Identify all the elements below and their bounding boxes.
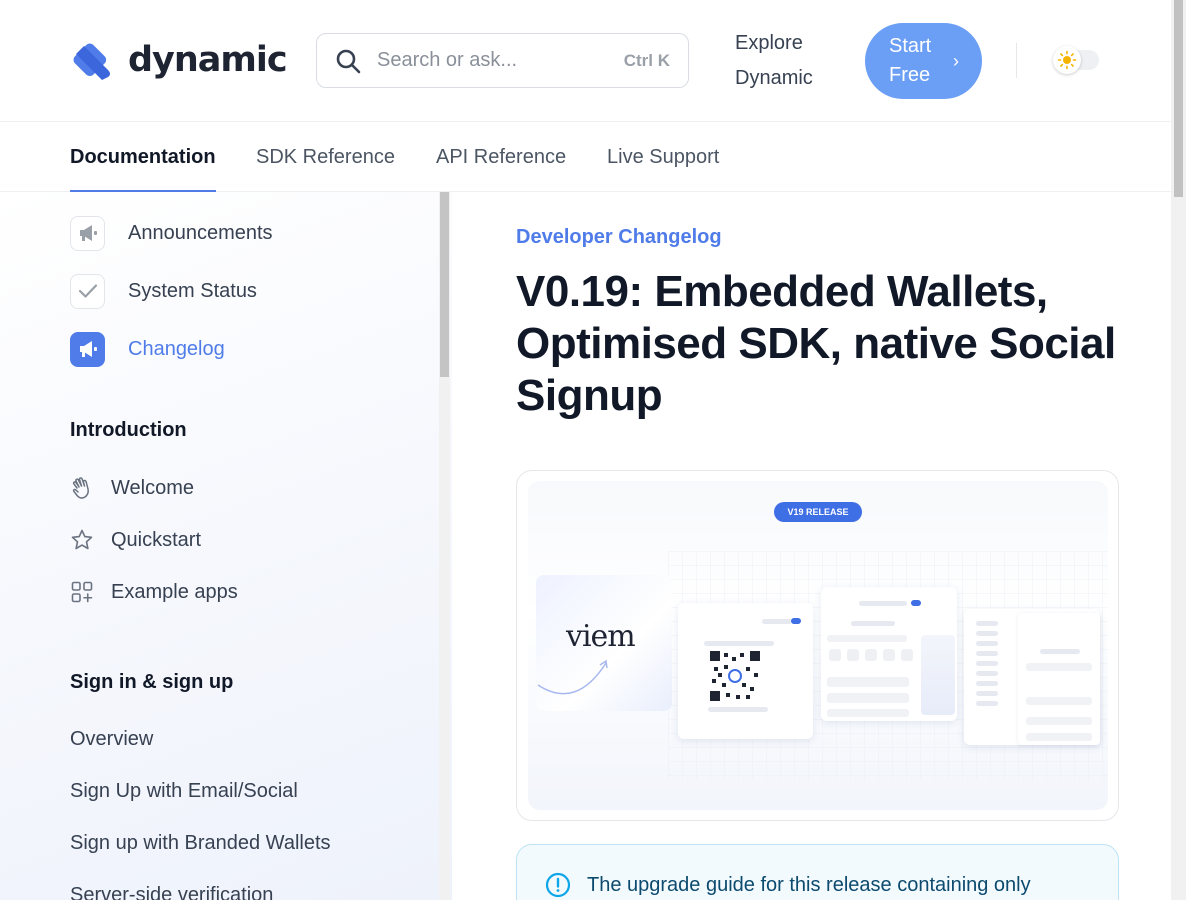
sidebar-item-overview[interactable]: Overview bbox=[70, 728, 153, 751]
hero-illustration: V19 RELEASE viem bbox=[528, 481, 1108, 810]
release-badge: V19 RELEASE bbox=[774, 502, 862, 522]
header-divider bbox=[1016, 43, 1017, 78]
sidebar-anchor-label: Changelog bbox=[128, 337, 225, 360]
sidebar-item-label: Welcome bbox=[111, 476, 194, 499]
sidebar-item-quickstart[interactable]: Quickstart bbox=[70, 528, 201, 552]
grid-plus-icon bbox=[71, 581, 93, 603]
waving-hand-icon bbox=[72, 477, 89, 499]
sidebar-item-welcome[interactable]: Welcome bbox=[70, 476, 194, 500]
tab-api-reference[interactable]: API Reference bbox=[436, 122, 566, 192]
dynamic-logo[interactable]: dynamic bbox=[70, 40, 288, 80]
sidebar-item-server-side-verification[interactable]: Server-side verification bbox=[70, 884, 273, 900]
sidebar-anchor-changelog[interactable]: Changelog bbox=[70, 331, 225, 367]
page-scrollbar[interactable] bbox=[1171, 0, 1186, 900]
logo-text: dynamic bbox=[128, 40, 288, 80]
star-icon bbox=[71, 529, 93, 550]
info-icon bbox=[545, 872, 571, 898]
settings-mock bbox=[964, 609, 1100, 745]
page-title: V0.19: Embedded Wallets, Optimised SDK, … bbox=[516, 267, 1116, 420]
sidebar-anchor-announcements[interactable]: Announcements bbox=[70, 215, 273, 251]
check-icon bbox=[70, 273, 105, 309]
theme-toggle[interactable] bbox=[1053, 46, 1099, 74]
megaphone-icon bbox=[70, 331, 105, 367]
sidebar-item-sign-up-email-social[interactable]: Sign Up with Email/Social bbox=[70, 780, 298, 803]
info-callout: The upgrade guide for this release conta… bbox=[516, 844, 1119, 900]
search-box[interactable]: Search or ask... Ctrl K bbox=[316, 33, 689, 88]
sidebar-item-example-apps[interactable]: Example apps bbox=[70, 580, 238, 604]
viem-card: viem bbox=[536, 575, 672, 711]
sidebar-item-label: Quickstart bbox=[111, 528, 202, 551]
top-header: dynamic Search or ask... Ctrl K Explore … bbox=[0, 0, 1171, 122]
sidebar-scrollbar-thumb[interactable] bbox=[440, 192, 449, 377]
sidebar-anchor-label: Announcements bbox=[128, 221, 273, 244]
sun-icon bbox=[1057, 50, 1077, 70]
signup-mock bbox=[821, 587, 957, 721]
explore-dynamic-link[interactable]: Explore Dynamic bbox=[735, 26, 835, 96]
sidebar-group-title: Introduction bbox=[70, 419, 187, 441]
sidebar: Announcements System Status Changelog In… bbox=[0, 192, 452, 900]
chevron-right-icon: › bbox=[953, 50, 959, 71]
arrow-curve-icon bbox=[537, 659, 608, 695]
sidebar-item-sign-up-branded-wallets[interactable]: Sign up with Branded Wallets bbox=[70, 832, 331, 855]
qr-code-icon bbox=[710, 651, 760, 701]
sidebar-group-title: Sign in & sign up bbox=[70, 671, 234, 693]
sidebar-scrollbar[interactable] bbox=[439, 192, 450, 900]
tab-documentation[interactable]: Documentation bbox=[70, 122, 216, 192]
page-scrollbar-thumb[interactable] bbox=[1174, 0, 1183, 197]
release-hero-image: V19 RELEASE viem bbox=[516, 470, 1119, 821]
dynamic-logo-icon bbox=[70, 40, 116, 80]
start-free-label: Start Free bbox=[889, 35, 932, 86]
page-eyebrow[interactable]: Developer Changelog bbox=[516, 226, 722, 249]
sidebar-anchor-system-status[interactable]: System Status bbox=[70, 273, 257, 309]
start-free-button[interactable]: Start Free › bbox=[865, 23, 982, 99]
sidebar-item-label: Example apps bbox=[111, 580, 238, 603]
search-icon bbox=[336, 49, 361, 73]
sidebar-anchor-label: System Status bbox=[128, 279, 257, 302]
search-shortcut: Ctrl K bbox=[623, 50, 670, 70]
search-placeholder: Search or ask... bbox=[377, 49, 518, 71]
tab-live-support[interactable]: Live Support bbox=[607, 122, 719, 192]
megaphone-icon bbox=[70, 215, 105, 251]
callout-text: The upgrade guide for this release conta… bbox=[587, 874, 1031, 896]
tab-sdk-reference[interactable]: SDK Reference bbox=[256, 122, 395, 192]
main-content: Developer Changelog V0.19: Embedded Wall… bbox=[452, 192, 1171, 900]
wallet-qr-mock bbox=[678, 603, 813, 739]
top-tabs: Documentation SDK Reference API Referenc… bbox=[0, 122, 1171, 192]
theme-toggle-knob bbox=[1053, 46, 1081, 74]
